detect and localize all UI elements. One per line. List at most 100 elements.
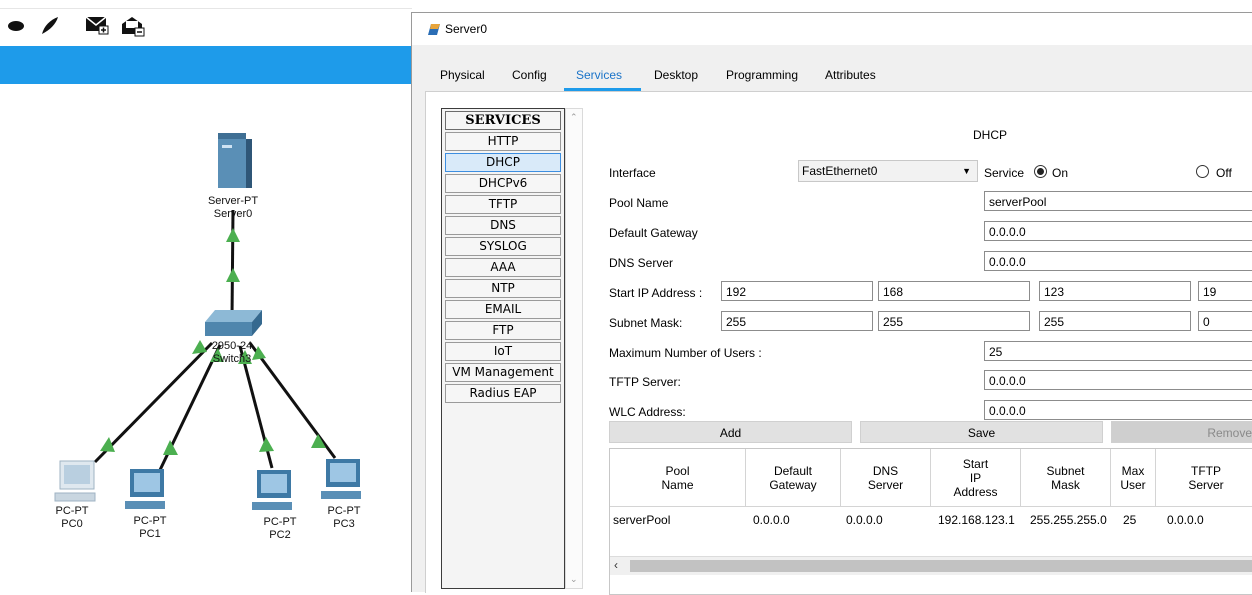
cell-subnet-mask: 255.255.255.0 bbox=[1030, 513, 1107, 527]
col-header-start-ip-line3: Address bbox=[953, 484, 998, 499]
link-switch-pc0 bbox=[93, 341, 214, 464]
services-tab-body: SERVICES HTTP DHCP DHCPv6 TFTP DNS SYSLO… bbox=[425, 91, 1252, 595]
dhcp-title: DHCP bbox=[973, 128, 1008, 142]
tftp-server-input[interactable]: 0.0.0.0 bbox=[984, 370, 1252, 390]
tab-services[interactable]: Services bbox=[576, 68, 622, 82]
chevron-down-icon: ▼ bbox=[962, 166, 971, 176]
open-mail-icon[interactable] bbox=[120, 14, 146, 38]
col-header-max-user-line1: Max bbox=[1121, 463, 1145, 478]
service-item-dns[interactable]: DNS bbox=[445, 216, 561, 235]
service-item-ntp[interactable]: NTP bbox=[445, 279, 561, 298]
subnet-mask-octet-4[interactable]: 0 bbox=[1198, 311, 1252, 331]
pool-table-hscrollbar[interactable]: ‹ bbox=[610, 556, 1252, 575]
service-label: Service bbox=[984, 166, 1025, 180]
start-ip-octet-1[interactable]: 192 bbox=[721, 281, 873, 301]
cell-pool-name: serverPool bbox=[613, 513, 671, 527]
service-item-ftp[interactable]: FTP bbox=[445, 321, 561, 340]
switch-icon bbox=[205, 310, 262, 336]
scroll-down-icon[interactable]: ⌄ bbox=[570, 574, 578, 585]
service-off-label: Off bbox=[1216, 166, 1232, 180]
services-list: SERVICES HTTP DHCP DHCPv6 TFTP DNS SYSLO… bbox=[441, 108, 565, 589]
service-item-http[interactable]: HTTP bbox=[445, 132, 561, 151]
service-off-radio[interactable] bbox=[1196, 165, 1209, 178]
cell-default-gateway: 0.0.0.0 bbox=[753, 513, 790, 527]
col-header-max-user-line2: User bbox=[1120, 477, 1146, 492]
window-title: Server0 bbox=[445, 22, 488, 36]
service-item-dhcp[interactable]: DHCP bbox=[445, 153, 561, 172]
col-header-pool-name: Pool Name bbox=[610, 449, 746, 507]
cell-tftp-server: 0.0.0.0 bbox=[1167, 513, 1204, 527]
col-header-start-ip: Start IP Address bbox=[931, 449, 1021, 507]
pc0-icon bbox=[54, 460, 96, 502]
service-item-vm-management[interactable]: VM Management bbox=[445, 363, 561, 382]
tab-attributes[interactable]: Attributes bbox=[825, 68, 876, 82]
service-item-email[interactable]: EMAIL bbox=[445, 300, 561, 319]
start-ip-octet-3[interactable]: 123 bbox=[1039, 281, 1191, 301]
tftp-server-label: TFTP Server: bbox=[609, 375, 681, 389]
start-ip-octet-4[interactable]: 19 bbox=[1198, 281, 1252, 301]
switch-type-label: 2950-24 bbox=[211, 340, 253, 352]
tab-physical[interactable]: Physical bbox=[440, 68, 485, 82]
switch-name-label: Switch3 bbox=[212, 353, 252, 365]
add-button[interactable]: Add bbox=[609, 421, 852, 443]
pc2-label: PC-PT PC2 bbox=[258, 516, 302, 542]
interface-label: Interface bbox=[609, 166, 656, 180]
subnet-mask-octet-1[interactable]: 255 bbox=[721, 311, 873, 331]
workspace-blue-bar bbox=[0, 46, 412, 84]
tab-config[interactable]: Config bbox=[512, 68, 547, 82]
server-label: Server-PT Server0 bbox=[203, 195, 263, 221]
wlc-address-input[interactable]: 0.0.0.0 bbox=[984, 400, 1252, 420]
hscroll-thumb[interactable] bbox=[630, 560, 1252, 572]
logical-workspace[interactable]: Server-PT Server0 2950-24 Switch3 PC-PT … bbox=[0, 0, 412, 591]
pc1-icon bbox=[125, 469, 165, 509]
col-header-pool-name-line2: Name bbox=[661, 477, 694, 492]
services-scrollbar[interactable]: ⌃ ⌄ bbox=[565, 108, 583, 589]
col-header-subnet-mask-line2: Mask bbox=[1051, 477, 1080, 492]
start-ip-octet-2[interactable]: 168 bbox=[878, 281, 1030, 301]
window-titlebar[interactable]: Server0 bbox=[412, 13, 1252, 45]
service-item-aaa[interactable]: AAA bbox=[445, 258, 561, 277]
server-window: Server0 Physical Config Services Desktop… bbox=[411, 12, 1252, 595]
col-header-pool-name-line1: Pool bbox=[665, 463, 690, 478]
pc3-label: PC-PT PC3 bbox=[322, 505, 366, 531]
service-item-dhcpv6[interactable]: DHCPv6 bbox=[445, 174, 561, 193]
pc1-name-label: PC1 bbox=[139, 528, 161, 540]
pool-name-input[interactable]: serverPool bbox=[984, 191, 1252, 211]
subnet-mask-label: Subnet Mask: bbox=[609, 316, 683, 330]
cell-dns-server: 0.0.0.0 bbox=[846, 513, 883, 527]
col-header-default-gateway-line2: Gateway bbox=[769, 477, 817, 492]
col-header-subnet-mask-line1: Subnet bbox=[1046, 463, 1085, 478]
service-item-tftp[interactable]: TFTP bbox=[445, 195, 561, 214]
subnet-mask-octet-3[interactable]: 255 bbox=[1039, 311, 1191, 331]
service-item-iot[interactable]: IoT bbox=[445, 342, 561, 361]
scroll-up-icon[interactable]: ⌃ bbox=[570, 112, 578, 123]
pc3-icon bbox=[321, 459, 361, 499]
service-on-radio[interactable] bbox=[1034, 165, 1047, 178]
dhcp-pool-table: Pool Name Default Gateway DNS Server Start I… bbox=[609, 448, 1252, 595]
mail-icon[interactable] bbox=[84, 14, 110, 36]
col-header-dns-server: DNS Server bbox=[841, 449, 931, 507]
pool-name-label: Pool Name bbox=[609, 196, 669, 210]
dns-server-input[interactable]: 0.0.0.0 bbox=[984, 251, 1252, 271]
service-item-radius-eap[interactable]: Radius EAP bbox=[445, 384, 561, 403]
save-button[interactable]: Save bbox=[860, 421, 1103, 443]
ellipse-icon[interactable] bbox=[6, 14, 28, 36]
pc3-name-label: PC3 bbox=[333, 518, 355, 530]
default-gateway-input[interactable]: 0.0.0.0 bbox=[984, 221, 1252, 241]
interface-select[interactable]: FastEthernet0 ▼ bbox=[798, 160, 978, 182]
service-item-syslog[interactable]: SYSLOG bbox=[445, 237, 561, 256]
max-users-input[interactable]: 25 bbox=[984, 341, 1252, 361]
tab-programming[interactable]: Programming bbox=[726, 68, 798, 82]
link-server-switch bbox=[230, 209, 235, 319]
service-on-label: On bbox=[1052, 166, 1069, 180]
scroll-left-icon[interactable]: ‹ bbox=[614, 558, 618, 572]
subnet-mask-octet-2[interactable]: 255 bbox=[878, 311, 1030, 331]
start-ip-label: Start IP Address : bbox=[609, 286, 703, 300]
pen-icon[interactable] bbox=[38, 14, 62, 38]
server-type-label: Server-PT bbox=[207, 195, 259, 207]
tab-desktop[interactable]: Desktop bbox=[654, 68, 698, 82]
pc1-label: PC-PT PC1 bbox=[128, 515, 172, 541]
col-header-default-gateway-line1: Default bbox=[773, 463, 812, 478]
dns-server-label: DNS Server bbox=[609, 256, 674, 270]
pc2-type-label: PC-PT bbox=[263, 516, 297, 528]
